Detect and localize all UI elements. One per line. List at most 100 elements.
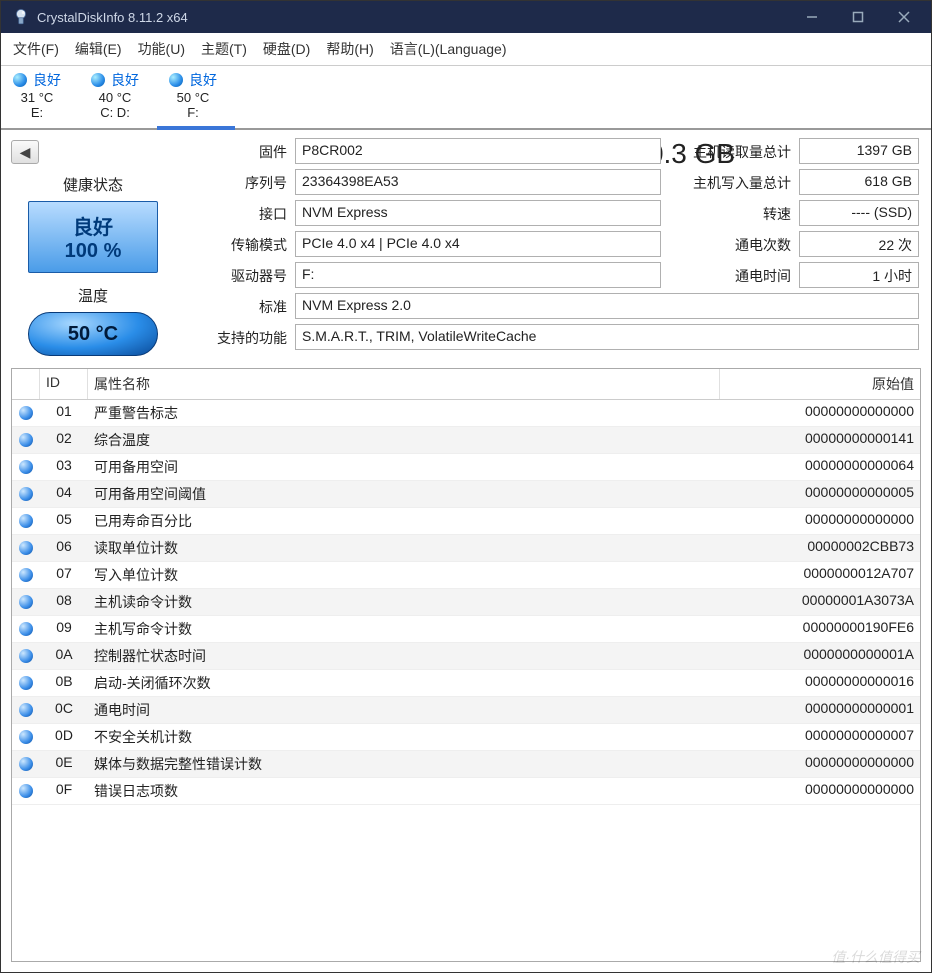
- smart-attr-name: 已用寿命百分比: [88, 508, 720, 534]
- standard-label: 标准: [181, 293, 291, 321]
- header-id[interactable]: ID: [40, 369, 88, 399]
- smart-row[interactable]: 09主机写命令计数00000000190FE6: [12, 616, 920, 643]
- powercount-label: 通电次数: [665, 231, 795, 259]
- smart-row[interactable]: 08主机读命令计数00000001A3073A: [12, 589, 920, 616]
- smart-row[interactable]: 04可用备用空间阈值00000000000005: [12, 481, 920, 508]
- status-orb-icon: [12, 427, 40, 453]
- smart-attr-name: 读取单位计数: [88, 535, 720, 561]
- status-orb-icon: [12, 751, 40, 777]
- disk-tab-0[interactable]: 良好31 °CE:: [1, 66, 79, 128]
- rotation-label: 转速: [665, 200, 795, 228]
- health-status-text: 良好: [73, 211, 113, 240]
- menu-language[interactable]: 语言(L)(Language): [382, 35, 515, 63]
- smart-header: ID 属性名称 原始值: [12, 369, 920, 400]
- smart-id: 03: [40, 454, 88, 480]
- smart-row[interactable]: 0A控制器忙状态时间0000000000001A: [12, 643, 920, 670]
- minimize-button[interactable]: [789, 1, 835, 33]
- hostwrites-value: 618 GB: [799, 169, 919, 195]
- smart-row[interactable]: 07写入单位计数0000000012A707: [12, 562, 920, 589]
- drive-value: F:: [295, 262, 661, 288]
- health-status-box[interactable]: 良好 100 %: [28, 201, 158, 273]
- serial-value: 23364398EA53: [295, 169, 661, 195]
- disk-tab-temp: 50 °C: [169, 90, 217, 105]
- smart-attr-name: 不安全关机计数: [88, 724, 720, 750]
- smart-row[interactable]: 0D不安全关机计数00000000000007: [12, 724, 920, 751]
- smart-attr-name: 控制器忙状态时间: [88, 643, 720, 669]
- firmware-label: 固件: [181, 138, 291, 166]
- smart-raw-value: 00000000190FE6: [720, 616, 920, 642]
- smart-raw-value: 00000000000064: [720, 454, 920, 480]
- status-orb-icon: [12, 481, 40, 507]
- app-icon: [11, 7, 31, 27]
- prev-disk-button[interactable]: ◀: [11, 140, 39, 164]
- menubar: 文件(F) 编辑(E) 功能(U) 主题(T) 硬盘(D) 帮助(H) 语言(L…: [1, 33, 931, 66]
- smart-raw-value: 00000000000000: [720, 400, 920, 426]
- serial-label: 序列号: [181, 169, 291, 197]
- header-attr[interactable]: 属性名称: [88, 369, 720, 399]
- menu-function[interactable]: 功能(U): [130, 35, 193, 63]
- smart-raw-value: 00000000000000: [720, 508, 920, 534]
- status-orb-icon: [12, 670, 40, 696]
- smart-row[interactable]: 06读取单位计数00000002CBB73: [12, 535, 920, 562]
- status-orb-icon: [12, 724, 40, 750]
- menu-disk[interactable]: 硬盘(D): [255, 35, 318, 63]
- smart-table[interactable]: ID 属性名称 原始值 01严重警告标志0000000000000002综合温度…: [11, 368, 921, 962]
- disk-tab-temp: 40 °C: [91, 90, 139, 105]
- menu-edit[interactable]: 编辑(E): [67, 35, 130, 63]
- status-orb-icon: [169, 73, 183, 87]
- smart-id: 06: [40, 535, 88, 561]
- smart-row[interactable]: 03可用备用空间00000000000064: [12, 454, 920, 481]
- header-raw[interactable]: 原始值: [720, 369, 920, 399]
- smart-id: 0A: [40, 643, 88, 669]
- close-button[interactable]: [881, 1, 927, 33]
- interface-label: 接口: [181, 200, 291, 228]
- status-orb-icon: [12, 778, 40, 804]
- disk-tab-drive: E:: [13, 105, 61, 120]
- smart-id: 0B: [40, 670, 88, 696]
- smart-id: 04: [40, 481, 88, 507]
- smart-id: 0E: [40, 751, 88, 777]
- menu-file[interactable]: 文件(F): [5, 35, 67, 63]
- status-orb-icon: [91, 73, 105, 87]
- powercount-value: 22 次: [799, 231, 919, 257]
- smart-id: 0C: [40, 697, 88, 723]
- window-title: CrystalDiskInfo 8.11.2 x64: [37, 10, 789, 25]
- hostreads-value: 1397 GB: [799, 138, 919, 164]
- health-label: 健康状态: [63, 174, 123, 195]
- status-orb-icon: [12, 454, 40, 480]
- smart-raw-value: 00000000000000: [720, 751, 920, 777]
- disk-tabs: 良好31 °CE:良好40 °CC: D:良好50 °CF:: [1, 66, 931, 130]
- smart-row[interactable]: 05已用寿命百分比00000000000000: [12, 508, 920, 535]
- smart-attr-name: 可用备用空间: [88, 454, 720, 480]
- smart-attr-name: 综合温度: [88, 427, 720, 453]
- status-orb-icon: [12, 697, 40, 723]
- firmware-value: P8CR002: [295, 138, 661, 164]
- smart-attr-name: 主机写命令计数: [88, 616, 720, 642]
- hostwrites-label: 主机写入量总计: [665, 169, 795, 197]
- disk-tab-status: 良好: [33, 70, 61, 90]
- smart-row[interactable]: 0E媒体与数据完整性错误计数00000000000000: [12, 751, 920, 778]
- menu-help[interactable]: 帮助(H): [318, 35, 381, 63]
- status-panel: 健康状态 良好 100 % 温度 50 °C: [13, 174, 173, 356]
- smart-row[interactable]: 0B启动-关闭循环次数00000000000016: [12, 670, 920, 697]
- maximize-button[interactable]: [835, 1, 881, 33]
- smart-row[interactable]: 0F错误日志项数00000000000000: [12, 778, 920, 805]
- smart-raw-value: 00000000000005: [720, 481, 920, 507]
- smart-raw-value: 00000000000001: [720, 697, 920, 723]
- disk-tab-2[interactable]: 良好50 °CF:: [157, 66, 235, 130]
- temperature-box[interactable]: 50 °C: [28, 312, 158, 356]
- smart-id: 07: [40, 562, 88, 588]
- menu-theme[interactable]: 主题(T): [193, 35, 255, 63]
- hours-value: 1 小时: [799, 262, 919, 288]
- smart-attr-name: 主机读命令计数: [88, 589, 720, 615]
- disk-tab-1[interactable]: 良好40 °CC: D:: [79, 66, 157, 128]
- smart-row[interactable]: 02综合温度00000000000141: [12, 427, 920, 454]
- smart-raw-value: 00000001A3073A: [720, 589, 920, 615]
- smart-raw-value: 0000000000001A: [720, 643, 920, 669]
- smart-raw-value: 0000000012A707: [720, 562, 920, 588]
- smart-id: 09: [40, 616, 88, 642]
- smart-attr-name: 通电时间: [88, 697, 720, 723]
- smart-row[interactable]: 01严重警告标志00000000000000: [12, 400, 920, 427]
- smart-row[interactable]: 0C通电时间00000000000001: [12, 697, 920, 724]
- status-orb-icon: [13, 73, 27, 87]
